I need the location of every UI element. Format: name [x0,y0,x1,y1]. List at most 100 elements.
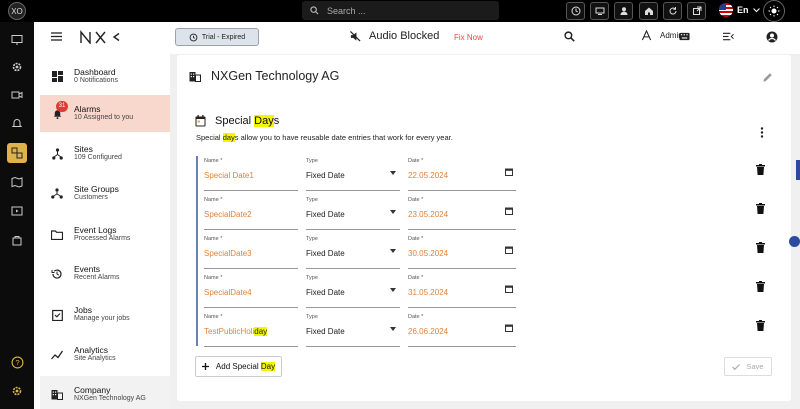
nav-item-events[interactable]: Events Recent Alarms [40,255,170,292]
company-icon [189,71,201,82]
calendar-icon[interactable] [505,207,513,215]
more-vert-icon[interactable] [760,127,764,138]
dropdown-caret-icon [390,210,396,214]
fix-now-link[interactable]: Fix Now [454,33,483,42]
type-select[interactable]: Type Fixed Date [306,157,400,191]
date-field[interactable]: Date * 22.05.2024 [408,157,516,191]
pencil-icon[interactable] [762,72,773,83]
rail-video[interactable] [7,85,27,105]
rail-dashboard[interactable] [7,30,27,50]
name-label: Name * [204,275,223,281]
menu-open-icon[interactable] [723,32,734,41]
name-field[interactable]: Name * SpecialDate4 [204,274,298,308]
name-field[interactable]: Name * SpecialDate2 [204,196,298,230]
rail-settings[interactable] [7,57,27,77]
date-label: Date * [408,314,424,320]
rail-map[interactable] [7,172,27,192]
scroll-indicator[interactable] [796,160,800,180]
chat-bubble-icon[interactable] [789,236,800,247]
search-icon[interactable] [564,31,575,42]
calendar-icon[interactable] [505,285,513,293]
special-day-row: Name * SpecialDate3 Type Fixed Date Date *… [204,235,774,271]
name-value: SpecialDate4 [204,288,252,297]
date-field[interactable]: Date * 26.06.2024 [408,313,516,347]
name-field[interactable]: Name * Special Date1 [204,157,298,191]
calendar-icon[interactable] [505,246,513,254]
sun-icon [768,5,780,17]
language-selector[interactable]: En [719,3,760,17]
delete-icon[interactable] [756,242,765,253]
rail-player[interactable] [7,201,27,221]
delete-icon[interactable] [756,320,765,331]
account-circle-icon[interactable] [766,31,778,43]
trial-status-badge[interactable]: Trial - Expired [175,28,259,46]
refresh-button[interactable] [663,2,682,20]
type-value: Fixed Date [306,171,345,180]
date-label: Date * [408,158,424,164]
clock-button[interactable] [566,2,585,20]
nav-item-sites[interactable]: Sites 109 Configured [40,135,170,172]
date-label: Date * [408,197,424,203]
nav-label: Event Logs [74,225,117,236]
desc-highlight: day [222,133,235,142]
keyboard-icon[interactable] [679,32,690,41]
type-value: Fixed Date [306,288,345,297]
date-field[interactable]: Date * 23.05.2024 [408,196,516,230]
home-button[interactable] [639,2,658,20]
menu-icon[interactable] [51,32,62,41]
user-button[interactable] [614,2,633,20]
nav-sub: 0 Notifications [74,77,118,85]
presentation-icon [11,35,23,45]
nav-item-site-groups[interactable]: Site Groups Customers [40,175,170,212]
rail-admin-settings[interactable] [7,381,27,401]
jobs-icon [51,309,63,321]
save-button[interactable]: Save [724,357,772,376]
special-days-heading: Special Days [195,115,279,127]
language-label: En [737,5,749,15]
nav-item-dashboard[interactable]: Dashboard 0 Notifications [40,58,170,95]
calendar-icon[interactable] [505,168,513,176]
rail-shop[interactable] [7,230,27,250]
nav-item-jobs[interactable]: Jobs Manage your jobs [40,296,170,333]
delete-icon[interactable] [756,281,765,292]
name-value: Special Date1 [204,171,254,180]
type-select[interactable]: Type Fixed Date [306,235,400,269]
nav-sub: Recent Alarms [74,274,120,282]
special-day-row: Name * SpecialDate2 Type Fixed Date Date *… [204,196,774,232]
nav-item-analytics[interactable]: Analytics Site Analytics [40,336,170,373]
open-external-button[interactable] [687,2,706,20]
nav-label: Site Groups [74,184,119,195]
nav-item-event-logs[interactable]: Event Logs Processed Alarms [40,216,170,253]
sites-icon [11,147,23,159]
calendar-icon[interactable] [505,324,513,332]
brand-logo[interactable]: XO [8,2,26,20]
nav-label: Analytics [74,345,109,356]
date-field[interactable]: Date * 31.05.2024 [408,274,516,308]
rail-help[interactable]: ? [7,352,27,372]
name-value: SpecialDate2 [204,210,252,219]
type-select[interactable]: Type Fixed Date [306,313,400,347]
delete-icon[interactable] [756,164,765,175]
global-search[interactable] [302,1,499,20]
side-nav: Dashboard 0 Notifications 31 Alarms 10 Ass… [34,54,170,409]
chevron-down-icon [752,7,760,12]
admin-user[interactable]: Admin [641,30,683,41]
add-special-day-button[interactable]: Add Special Day [195,356,282,377]
date-field[interactable]: Date * 30.05.2024 [408,235,516,269]
type-select[interactable]: Type Fixed Date [306,196,400,230]
rail-sites[interactable] [7,143,27,163]
desc-suffix: s allow you to have reusable date entrie… [234,133,453,142]
name-field[interactable]: Name * SpecialDate3 [204,235,298,269]
theme-toggle[interactable] [763,0,785,22]
name-value-prefix: TestPublicHoli [204,327,255,336]
rail-notifications[interactable] [7,113,27,133]
map-icon [11,176,23,188]
type-select[interactable]: Type Fixed Date [306,274,400,308]
search-input[interactable] [327,5,487,16]
delete-icon[interactable] [756,203,765,214]
name-field[interactable]: Name * TestPublicHoliday [204,313,298,347]
gear-icon [12,62,22,72]
nav-item-alarms[interactable]: 31 Alarms 10 Assigned to you [40,95,170,132]
nav-item-company[interactable]: Company NXGen Technology AG [40,376,170,409]
monitor-button[interactable] [590,2,609,20]
